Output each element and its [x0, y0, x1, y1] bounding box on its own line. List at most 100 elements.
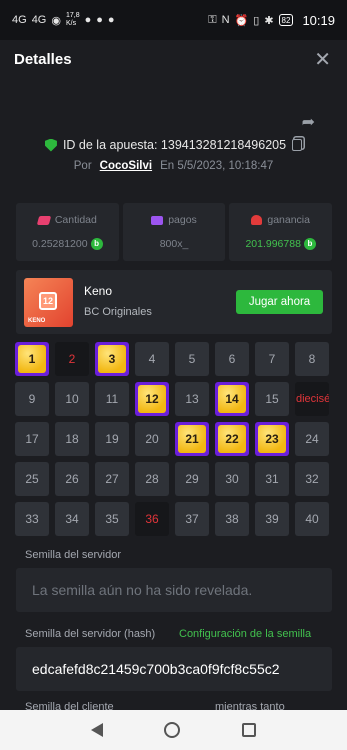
stat-payout-value-row: 800x_ — [160, 238, 189, 250]
android-nav-bar — [0, 710, 347, 750]
keno-cell: 19 — [95, 422, 129, 456]
keno-cell: 30 — [215, 462, 249, 496]
server-hash-label: Semilla del servidor (hash) — [25, 628, 156, 640]
keno-cell: 10 — [55, 382, 89, 416]
keno-cell: 8 — [295, 342, 329, 376]
keno-cell: 38 — [215, 502, 249, 536]
notification-icon: ● — [84, 14, 92, 26]
game-card: 12 KENO Keno BC Originales Jugar ahora — [16, 270, 332, 334]
key-icon: ⚿ — [208, 13, 217, 26]
keno-cell: 20 — [135, 422, 169, 456]
keno-cell: 40 — [295, 502, 329, 536]
stat-payout-label: pagos — [168, 214, 197, 226]
gem-icon: 21 — [178, 425, 206, 453]
bet-date: En 5/5/2023, 10:18:47 — [160, 160, 274, 172]
stat-amount-label: Cantidad — [54, 214, 97, 226]
stat-payout-label-row: pagos — [151, 214, 197, 226]
keno-cell: 34 — [55, 502, 89, 536]
dialog-title: Detalles — [14, 50, 72, 68]
seed-config-link[interactable]: Configuración de la semilla — [179, 628, 311, 640]
stat-profit-value: 201.996788 — [245, 238, 301, 250]
keno-cell: 26 — [55, 462, 89, 496]
game-provider: BC Originales — [84, 306, 152, 318]
wifi-icon: ◉ — [51, 14, 61, 27]
clock: 10:19 — [302, 12, 335, 28]
notification-icon-3: ● — [107, 14, 115, 26]
keno-cell: 3 — [95, 342, 129, 376]
keno-cell: 2 — [55, 342, 89, 376]
keno-cell: 4 — [135, 342, 169, 376]
keno-cell: 9 — [15, 382, 49, 416]
notification-icon-2: ● — [96, 14, 103, 26]
copy-icon[interactable] — [292, 139, 303, 151]
keno-cell: 22 — [215, 422, 249, 456]
network-indicator-2: 4G — [31, 14, 47, 26]
stat-profit-label: ganancia — [267, 214, 310, 226]
keno-cell: 25 — [15, 462, 49, 496]
bet-id: ID de la apuesta: 139413281218496205 — [62, 138, 287, 152]
bet-stats: Cantidad 0.25281200 b pagos 800x_ gananci… — [16, 203, 333, 261]
keno-cell: 6 — [215, 342, 249, 376]
keno-cell: 18 — [55, 422, 89, 456]
keno-cell: 5 — [175, 342, 209, 376]
share-icon[interactable]: ➦ — [302, 112, 315, 132]
status-right: ⚿ N ⏰ ▯ ✱ 82 10:19 — [208, 13, 335, 28]
stat-profit-label-row: ganancia — [251, 214, 310, 226]
stat-amount-value-row: 0.25281200 b — [32, 238, 103, 250]
stat-profit-value-row: 201.996788 b — [245, 238, 316, 250]
shield-icon — [44, 138, 57, 152]
recent-apps-icon[interactable] — [242, 723, 257, 737]
network-indicator: 4G — [12, 14, 27, 26]
keno-cell: 35 — [95, 502, 129, 536]
stat-amount: Cantidad 0.25281200 b — [16, 203, 119, 261]
gem-icon: 1 — [18, 345, 46, 373]
keno-cell: 23 — [255, 422, 289, 456]
keno-cell: 31 — [255, 462, 289, 496]
back-icon[interactable] — [90, 723, 103, 737]
keno-board: 123456789101112131415dieciséi17181920212… — [15, 342, 332, 536]
keno-cell: 13 — [175, 382, 209, 416]
stat-profit: ganancia 201.996788 b — [229, 203, 333, 261]
server-hash-field[interactable]: edcafefd8c21459c700b3ca0f9fcf8c55c2 — [16, 647, 332, 691]
coin-icon: b — [90, 238, 103, 250]
keno-cell: 17 — [15, 422, 49, 456]
stat-payout: pagos 800x_ — [122, 203, 226, 261]
keno-cell: 21 — [175, 422, 209, 456]
status-left: 4G 4G ◉ 17,8 K/s ● ● ● — [12, 12, 115, 28]
user-icon — [251, 215, 263, 225]
bluetooth-icon: ✱ — [264, 14, 274, 27]
stat-payout-value: 800x_ — [159, 238, 189, 250]
keno-cell: 36 — [135, 502, 169, 536]
keno-cell: 39 — [255, 502, 289, 536]
user-link[interactable]: CocoSilvi — [100, 160, 152, 172]
gem-icon: 14 — [218, 385, 246, 413]
nfc-icon: N — [221, 14, 230, 26]
alarm-icon: ⏰ — [234, 14, 249, 27]
stat-amount-value: 0.25281200 — [32, 238, 88, 250]
home-icon[interactable] — [164, 722, 181, 738]
speed-value: 17,8 — [65, 12, 80, 19]
keno-cell: 32 — [295, 462, 329, 496]
coin-icon: b — [303, 238, 316, 250]
keno-cell: 33 — [15, 502, 49, 536]
hand-coins-icon — [36, 215, 52, 225]
speed-indicator: 17,8 K/s — [66, 12, 80, 28]
battery-level: 82 — [281, 15, 291, 25]
stat-amount-label-row: Cantidad — [36, 214, 97, 226]
keno-cell: 14 — [215, 382, 249, 416]
gem-icon: 23 — [258, 425, 286, 453]
play-now-button[interactable]: Jugar ahora — [236, 290, 323, 314]
close-icon[interactable]: ✕ — [314, 47, 331, 72]
gem-icon: 3 — [98, 345, 126, 373]
keno-cell: 7 — [255, 342, 289, 376]
server-seed-field[interactable]: La semilla aún no ha sido revelada. — [16, 568, 332, 612]
thumb-brand: KENO — [28, 318, 46, 324]
keno-cell: 28 — [135, 462, 169, 496]
thumb-ball: 12 — [39, 292, 57, 310]
battery-icon: 82 — [278, 14, 294, 26]
dialog-header: Detalles ✕ — [0, 40, 347, 78]
wallet-icon — [151, 215, 164, 225]
gem-icon: 12 — [138, 385, 166, 413]
keno-cell: 11 — [95, 382, 129, 416]
keno-cell: 37 — [175, 502, 209, 536]
